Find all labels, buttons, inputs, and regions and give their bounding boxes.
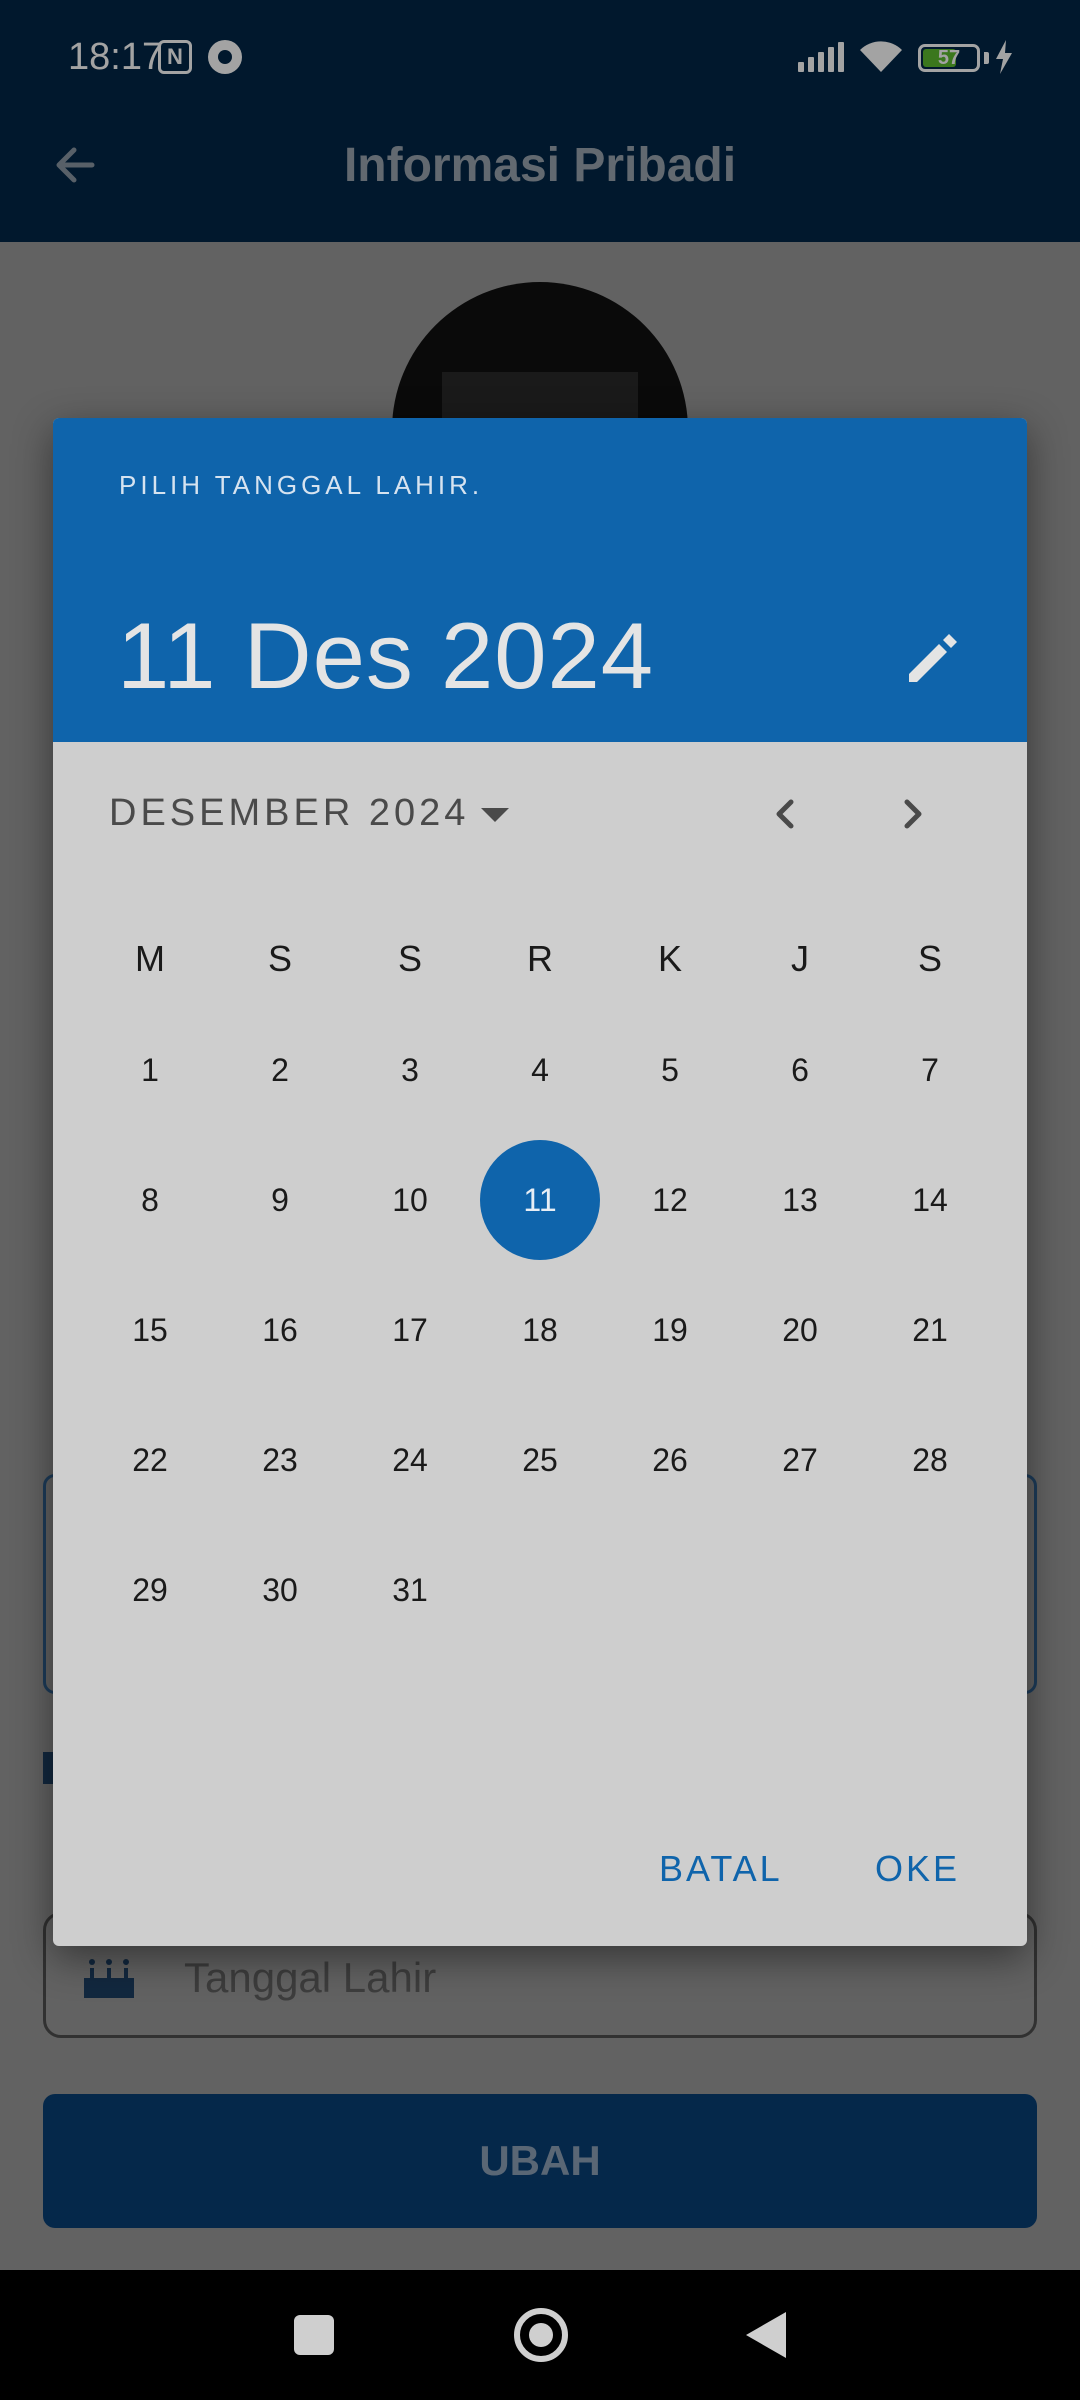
cancel-button[interactable]: BATAL	[643, 1838, 799, 1900]
back-triangle-icon[interactable]	[746, 2312, 786, 2358]
calendar-day[interactable]: 25	[480, 1400, 600, 1520]
calendar-day[interactable]: 30	[220, 1530, 340, 1650]
calendar-day[interactable]: 12	[610, 1140, 730, 1260]
calendar-day[interactable]: 2	[220, 1010, 340, 1130]
calendar-day[interactable]: 17	[350, 1270, 470, 1390]
ok-button[interactable]: OKE	[859, 1838, 976, 1900]
calendar-day[interactable]: 29	[90, 1530, 210, 1650]
calendar-day[interactable]: 4	[480, 1010, 600, 1130]
calendar-day[interactable]: 20	[740, 1270, 860, 1390]
calendar-day[interactable]: 14	[870, 1140, 990, 1260]
calendar-day[interactable]: 23	[220, 1400, 340, 1520]
month-selector-row: DESEMBER 2024	[53, 742, 1027, 872]
weekday-label: R	[527, 938, 553, 979]
calendar-day[interactable]: 6	[740, 1010, 860, 1130]
weekday-label: S	[397, 938, 422, 979]
weekday-label: S	[917, 938, 942, 979]
calendar-day[interactable]: 28	[870, 1400, 990, 1520]
edit-pencil-icon[interactable]	[901, 626, 965, 690]
selected-date: 11 Des 2024	[117, 603, 655, 708]
calendar-day[interactable]: 1	[90, 1010, 210, 1130]
weekday-label: S	[267, 938, 292, 979]
calendar-day[interactable]: 5	[610, 1010, 730, 1130]
calendar-day[interactable]: 10	[350, 1140, 470, 1260]
dialog-header: PILIH TANGGAL LAHIR. 11 Des 2024	[53, 418, 1027, 742]
calendar-day[interactable]: 24	[350, 1400, 470, 1520]
dropdown-arrow-icon[interactable]	[481, 808, 509, 822]
weekday-label: K	[657, 938, 682, 979]
calendar-day[interactable]: 27	[740, 1400, 860, 1520]
calendar-day[interactable]: 19	[610, 1270, 730, 1390]
calendar-day[interactable]: 31	[350, 1530, 470, 1650]
calendar-day[interactable]: 3	[350, 1010, 470, 1130]
dialog-help-text: PILIH TANGGAL LAHIR.	[119, 470, 484, 500]
calendar-day[interactable]: 8	[90, 1140, 210, 1260]
weekday-label: J	[791, 938, 809, 979]
chevron-right-icon[interactable]	[885, 786, 941, 842]
calendar-day[interactable]: 7	[870, 1010, 990, 1130]
calendar-day[interactable]: 16	[220, 1270, 340, 1390]
calendar-day[interactable]: 9	[220, 1140, 340, 1260]
chevron-left-icon[interactable]	[757, 786, 813, 842]
date-picker-dialog: PILIH TANGGAL LAHIR. 11 Des 2024 DESEMBE…	[53, 418, 1027, 1946]
recent-apps-icon[interactable]	[294, 2315, 334, 2355]
calendar-day[interactable]: 13	[740, 1140, 860, 1260]
calendar-day[interactable]: 18	[480, 1270, 600, 1390]
calendar-day[interactable]: 21	[870, 1270, 990, 1390]
calendar-day-selected[interactable]: 11	[480, 1140, 600, 1260]
calendar-day[interactable]: 26	[610, 1400, 730, 1520]
weekday-label: M	[135, 938, 165, 979]
calendar-day[interactable]: 15	[90, 1270, 210, 1390]
month-year-label[interactable]: DESEMBER 2024	[109, 792, 469, 835]
calendar-day[interactable]: 22	[90, 1400, 210, 1520]
home-icon[interactable]	[514, 2308, 568, 2362]
